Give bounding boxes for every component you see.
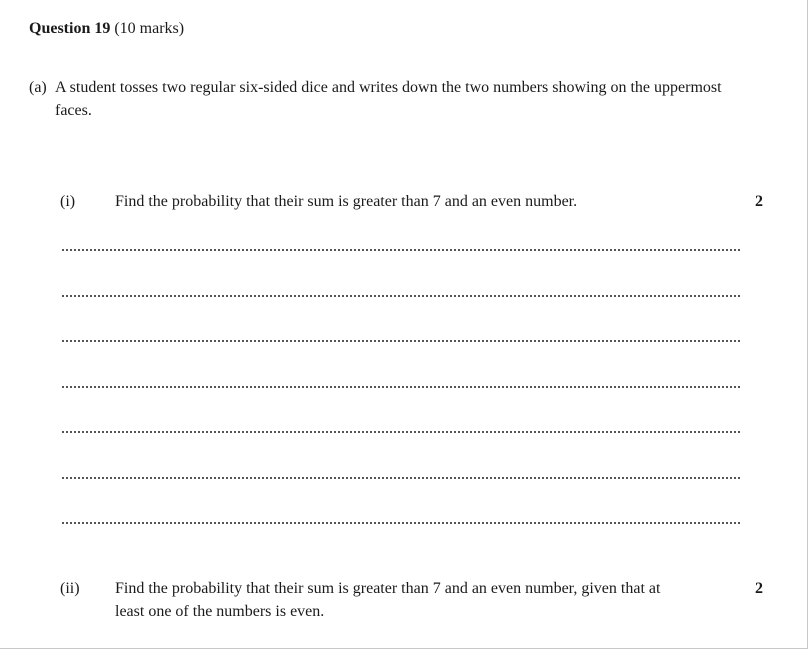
part-a-label: (a) xyxy=(29,79,47,96)
answer-line xyxy=(62,522,740,524)
answer-line xyxy=(62,340,740,342)
answer-line xyxy=(62,477,740,479)
question-title: Question 19 xyxy=(29,20,111,37)
answer-line xyxy=(62,249,740,251)
subpart-i: (i) Find the probability that their sum … xyxy=(60,190,763,213)
question-heading: Question 19 (10 marks) xyxy=(29,18,184,40)
subpart-i-marks: 2 xyxy=(755,193,763,210)
subpart-ii: (ii) Find the probability that their sum… xyxy=(60,577,763,623)
answer-line xyxy=(62,386,740,388)
subpart-ii-text: Find the probability that their sum is g… xyxy=(115,580,661,620)
subpart-ii-label: (ii) xyxy=(60,580,80,597)
question-marks: (10 marks) xyxy=(114,20,185,37)
part-a: (a) A student tosses two regular six-sid… xyxy=(29,76,749,122)
subpart-ii-marks: 2 xyxy=(755,580,763,597)
subpart-i-text: Find the probability that their sum is g… xyxy=(115,193,578,210)
answer-line xyxy=(62,431,740,433)
part-a-text: A student tosses two regular six-sided d… xyxy=(55,79,722,119)
subpart-i-label: (i) xyxy=(60,193,76,210)
answer-line xyxy=(62,295,740,297)
